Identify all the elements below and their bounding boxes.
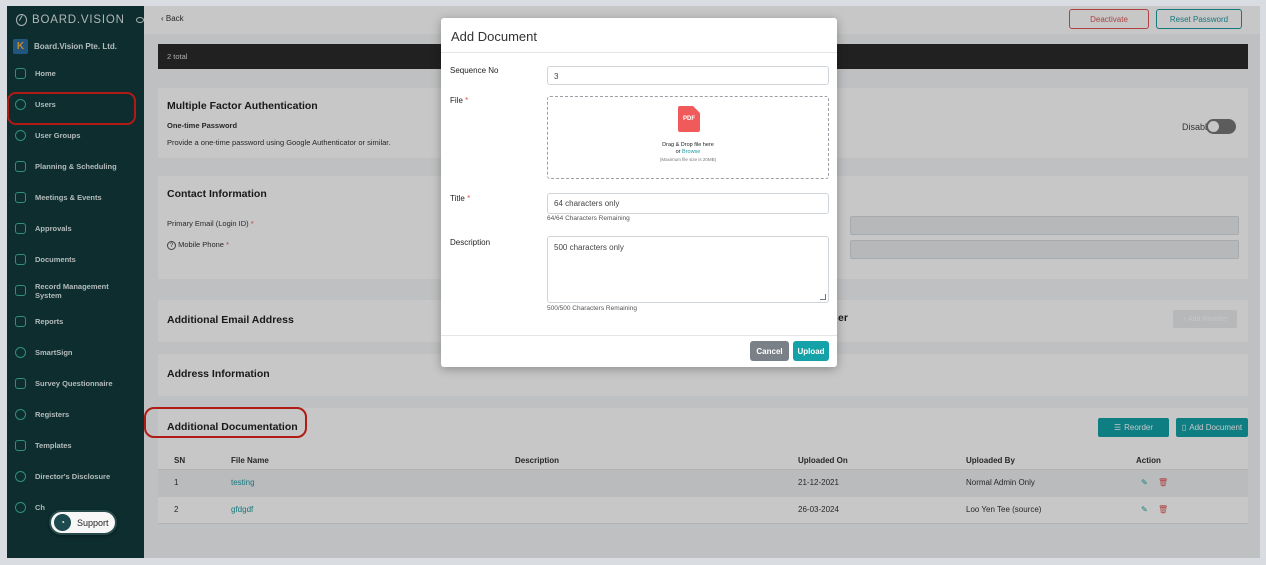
support-button[interactable]: ◔ Support: [49, 510, 117, 535]
support-label: Support: [77, 517, 109, 528]
required-mark: *: [467, 194, 471, 203]
modal-footer-divider: [441, 335, 837, 336]
required-mark: *: [465, 96, 469, 105]
dropzone-instruction: Drag & Drop file here: [662, 142, 714, 148]
title-label-text: Title: [450, 194, 465, 203]
description-textarea[interactable]: 500 characters only: [547, 236, 829, 303]
title-char-count: 64/64 Characters Remaining: [547, 215, 630, 222]
app-window: BOARD.VISION K Board.Vision Pte. Ltd. Ho…: [7, 6, 1260, 558]
dropzone-or: or: [675, 149, 681, 155]
file-label: File *: [450, 96, 468, 105]
browse-link[interactable]: Browse: [682, 149, 700, 155]
upload-button[interactable]: Upload: [793, 341, 829, 361]
file-dropzone[interactable]: PDF Drag & Drop file here or Browse (Max…: [547, 96, 829, 179]
cancel-button[interactable]: Cancel: [750, 341, 789, 361]
dropzone-browse-line: or Browse: [548, 149, 828, 155]
modal-divider: [441, 52, 837, 53]
file-label-text: File: [450, 96, 463, 105]
support-icon: ◔: [54, 514, 71, 531]
add-document-modal: Add Document Sequence No 3 File * PDF Dr…: [441, 18, 837, 367]
title-input[interactable]: 64 characters only: [547, 193, 829, 214]
description-placeholder: 500 characters only: [554, 243, 624, 252]
resize-handle-icon[interactable]: [820, 294, 826, 300]
description-char-count: 500/500 Characters Remaining: [547, 305, 637, 312]
modal-title: Add Document: [451, 29, 537, 44]
description-label: Description: [450, 238, 491, 247]
dropzone-size-limit: (Maximum file size is 20MB): [659, 157, 717, 162]
sequence-label: Sequence No: [450, 66, 499, 75]
pdf-file-icon: PDF: [678, 106, 700, 132]
title-label: Title *: [450, 194, 470, 203]
sequence-input[interactable]: 3: [547, 66, 829, 85]
